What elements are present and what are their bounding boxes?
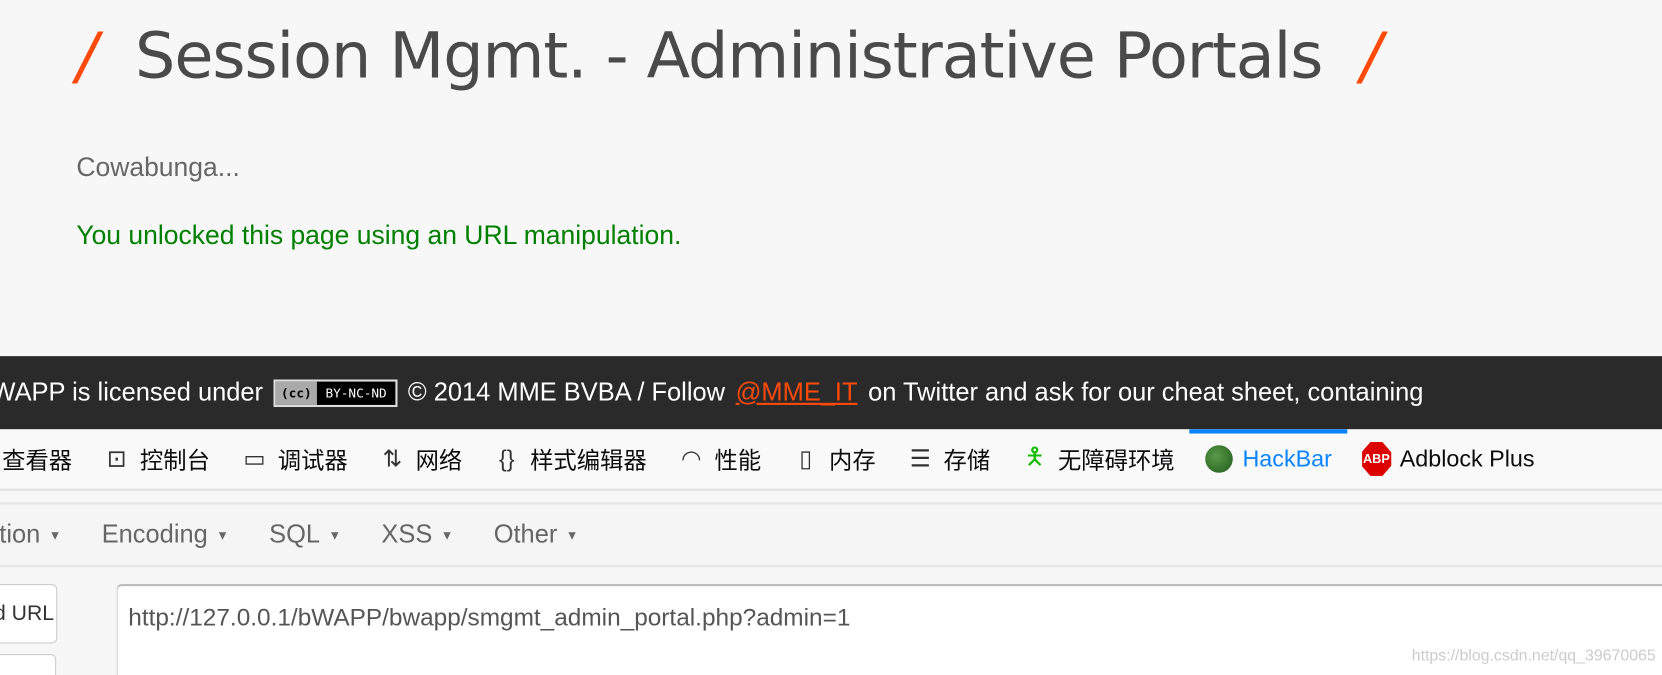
twitter-link[interactable]: @MME_IT: [736, 378, 858, 408]
tab-memory[interactable]: ▯ 内存: [776, 429, 890, 488]
menu-encoding[interactable]: Encoding ▼: [102, 520, 229, 550]
caret-down-icon: ▼: [48, 527, 62, 543]
tab-style-editor[interactable]: {} 样式编辑器: [477, 429, 661, 488]
menu-label: ption: [0, 519, 41, 549]
cc-icon: (cc): [275, 381, 317, 405]
tab-accessibility[interactable]: 🯅 无障碍环境: [1005, 429, 1189, 488]
cc-label: BY-NC-ND: [325, 385, 387, 401]
menu-xss[interactable]: XSS ▼: [381, 520, 453, 550]
tab-label: Adblock Plus: [1399, 445, 1535, 472]
hackbar-icon: [1204, 444, 1234, 474]
storage-icon: ☰: [909, 445, 931, 472]
split-url-button[interactable]: [0, 654, 57, 675]
abp-badge: ABP: [1361, 442, 1392, 476]
caret-down-icon: ▼: [440, 527, 454, 543]
tab-label: HackBar: [1242, 445, 1332, 472]
devtools-tabbar: 查看器 ⊡ 控制台 ▭ 调试器 ⇅ 网络 {} 样式编辑器 ◠ 性能 ▯ 内存 ☰ 存储 🯅 无…: [0, 429, 1662, 491]
tab-label: 网络: [415, 447, 463, 474]
tab-label: 查看器: [2, 447, 73, 474]
tab-label: 内存: [829, 447, 876, 474]
memory-icon: ▯: [799, 445, 813, 472]
accessibility-icon: 🯅: [1024, 443, 1045, 470]
title-slash-left: /: [76, 19, 97, 94]
tab-hackbar[interactable]: HackBar: [1189, 429, 1348, 488]
performance-icon: ◠: [681, 445, 702, 472]
caret-down-icon: ▼: [216, 527, 229, 543]
abp-icon: ABP: [1361, 442, 1392, 476]
tab-storage[interactable]: ☰ 存储: [891, 429, 1005, 488]
tab-network[interactable]: ⇅ 网络: [363, 429, 477, 488]
tab-performance[interactable]: ◠ 性能: [662, 429, 776, 488]
tab-label: 性能: [714, 447, 762, 474]
screen: / Session Mgmt. - Administrative Portals…: [0, 0, 1662, 675]
hackbar-menubar: ption ▼ Encoding ▼ SQL ▼ XSS ▼ Other ▼: [0, 502, 1662, 568]
tab-label: 存储: [943, 447, 991, 474]
page-title: / Session Mgmt. - Administrative Portals…: [76, 19, 1382, 94]
success-message: You unlocked this page using an URL mani…: [76, 220, 682, 251]
menu-sql[interactable]: SQL ▼: [269, 520, 341, 550]
tab-inspector[interactable]: 查看器: [0, 429, 87, 488]
style-editor-icon: {}: [498, 445, 515, 472]
tab-label: 无障碍环境: [1058, 447, 1175, 474]
footer-copyright: © 2014 MME BVBA / Follow: [407, 377, 726, 407]
menu-label: SQL: [269, 519, 321, 549]
menu-label: XSS: [381, 519, 433, 549]
debugger-icon: ▭: [243, 445, 266, 472]
tab-label: 调试器: [277, 447, 348, 474]
title-slash-right: /: [1360, 19, 1382, 94]
footer-bar: WAPP is licensed under (cc) BY-NC-ND © 2…: [0, 356, 1662, 430]
footer-license-text: WAPP is licensed under: [0, 377, 264, 407]
cowabunga-text: Cowabunga...: [76, 152, 240, 183]
caret-down-icon: ▼: [565, 527, 579, 543]
console-icon: ⊡: [106, 445, 127, 472]
network-icon: ⇅: [382, 445, 403, 472]
watermark: https://blog.csdn.net/qq_39670065: [1411, 646, 1656, 665]
menu-encryption[interactable]: ption ▼: [0, 520, 61, 550]
footer-suffix: on Twitter and ask for our cheat sheet, …: [868, 377, 1424, 407]
load-url-button[interactable]: ad URL: [0, 584, 58, 644]
tab-adblock-plus[interactable]: ABP Adblock Plus: [1347, 429, 1550, 488]
menu-label: Other: [493, 519, 558, 549]
menu-label: Encoding: [101, 519, 208, 549]
tab-label: 控制台: [139, 447, 210, 474]
tab-console[interactable]: ⊡ 控制台: [87, 429, 225, 488]
menu-other[interactable]: Other ▼: [494, 520, 579, 550]
tab-label: 样式编辑器: [530, 447, 647, 474]
caret-down-icon: ▼: [328, 527, 342, 543]
page-title-text: Session Mgmt. - Administrative Portals: [135, 19, 1323, 94]
tab-debugger[interactable]: ▭ 调试器: [225, 429, 363, 488]
cc-license-badge[interactable]: (cc) BY-NC-ND: [273, 378, 398, 407]
